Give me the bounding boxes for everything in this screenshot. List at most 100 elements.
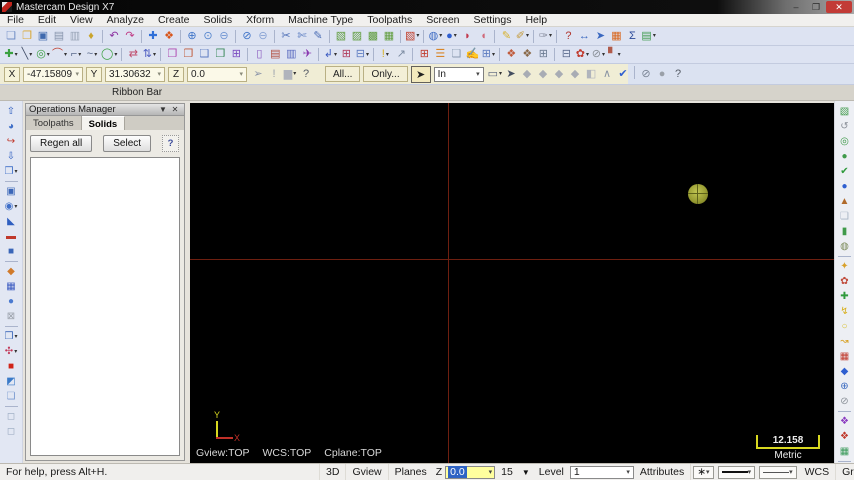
grid-active-button[interactable]: ⊞ bbox=[416, 47, 432, 63]
dropdown-caret-icon[interactable]: ▾ bbox=[416, 33, 419, 39]
gem-blue-button[interactable]: ◆ bbox=[836, 364, 854, 379]
point-style-select[interactable]: ∗ ▾ bbox=[693, 465, 714, 479]
undo-operation-button[interactable]: ↲ ▾ bbox=[322, 47, 338, 63]
xform-rotate-button[interactable]: ⇅ ▾ bbox=[141, 47, 157, 63]
gview-front-button[interactable]: ▨ bbox=[349, 28, 365, 44]
dropdown-caret-icon[interactable]: ▾ bbox=[153, 52, 156, 58]
dropdown-caret-icon[interactable]: ▾ bbox=[47, 52, 50, 58]
x-coord-caret-icon[interactable]: ▾ bbox=[75, 70, 79, 78]
cone-view-button[interactable]: ▲ bbox=[836, 194, 854, 209]
z-coord-caret-icon[interactable]: ▾ bbox=[239, 70, 243, 78]
solids-thicken-button[interactable]: ■ bbox=[2, 244, 20, 259]
x-coord-label[interactable]: X bbox=[4, 66, 20, 82]
z-coord-input[interactable]: 0.0 ▾ bbox=[187, 66, 247, 82]
config-box-button[interactable]: ▆ ▾ bbox=[282, 66, 298, 82]
levels-merge-button[interactable]: ▥ bbox=[283, 47, 299, 63]
dropdown-caret-icon[interactable]: ▾ bbox=[78, 52, 81, 58]
brush-red-button[interactable]: ✿ bbox=[836, 274, 854, 289]
statusbar-level-select[interactable]: 1 ▾ bbox=[569, 465, 634, 479]
menu-solids[interactable]: Solids bbox=[196, 14, 239, 26]
xform-translate-button[interactable]: ❐ bbox=[164, 47, 180, 63]
material-off-button[interactable]: ◖ bbox=[475, 28, 491, 44]
statusbar-level-caret-icon[interactable]: ▾ bbox=[626, 468, 630, 476]
gview-globe-button[interactable]: ▧ bbox=[836, 104, 854, 119]
menu-xform[interactable]: Xform bbox=[239, 14, 281, 26]
dropdown-caret-icon[interactable]: ▾ bbox=[14, 349, 17, 355]
sphere-blue-button[interactable]: ● bbox=[836, 179, 854, 194]
swatch-red-button[interactable]: ❖ bbox=[836, 429, 854, 444]
multi-view-button[interactable]: ☰ bbox=[432, 47, 448, 63]
sphere-green-button[interactable]: ● bbox=[836, 149, 854, 164]
dropdown-caret-icon[interactable]: ▾ bbox=[14, 204, 17, 210]
dropdown-caret-icon[interactable]: ▾ bbox=[366, 52, 369, 58]
menu-view[interactable]: View bbox=[63, 14, 100, 26]
analyze-area-button[interactable]: ▦ bbox=[608, 28, 624, 44]
dropdown-caret-icon[interactable]: ▾ bbox=[526, 33, 529, 39]
xform-scale-button[interactable]: ⊞ bbox=[228, 47, 244, 63]
view-grid-button[interactable]: ⊞ bbox=[338, 47, 354, 63]
panel-close-icon[interactable]: ✕ bbox=[169, 105, 181, 114]
statusbar-z-caret-icon[interactable]: ▾ bbox=[489, 468, 493, 476]
solids-extrude-button[interactable]: ⇧ bbox=[2, 104, 20, 119]
dropdown-caret-icon[interactable]: ▾ bbox=[499, 71, 502, 77]
solids-loft-button[interactable]: ⇩ bbox=[2, 149, 20, 164]
solids-sweep-button[interactable]: ↪ bbox=[2, 134, 20, 149]
material-on-button[interactable]: ◗ bbox=[459, 28, 475, 44]
menu-settings[interactable]: Settings bbox=[467, 14, 519, 26]
zoom-target-button[interactable]: ⊙ bbox=[200, 28, 216, 44]
solids-chamfer-button[interactable]: ◣ bbox=[2, 214, 20, 229]
statusbar-attributes-button[interactable]: Attributes bbox=[634, 464, 692, 480]
autocursor-button[interactable]: ➢ bbox=[250, 66, 266, 82]
selection-mode-select[interactable]: In ▾ bbox=[433, 66, 484, 82]
shading-shaded-button[interactable]: ● ▾ bbox=[443, 28, 459, 44]
calculator-button[interactable]: ⊞ ▾ bbox=[480, 47, 496, 63]
statusbar-z-label[interactable]: Z bbox=[433, 464, 445, 480]
new-window-button[interactable]: ❏ bbox=[448, 47, 464, 63]
zoom-in-button[interactable]: ⊖ bbox=[216, 28, 232, 44]
lightning-tool-button[interactable]: ↯ bbox=[836, 304, 854, 319]
dropdown-caret-icon[interactable]: ▾ bbox=[549, 33, 552, 39]
statusbar-gview-button[interactable]: Gview bbox=[346, 464, 389, 480]
general-selection-cursor-icon[interactable]: ➤ bbox=[410, 65, 431, 83]
close-button[interactable]: ✕ bbox=[826, 1, 852, 13]
clear-colors-button[interactable]: ✐ ▾ bbox=[514, 28, 530, 44]
solids-primitives-button[interactable]: ❒ ▾ bbox=[2, 164, 20, 179]
select-poly-3-button[interactable]: ◆ bbox=[551, 66, 567, 82]
gview-isometric-button[interactable]: ▦ bbox=[381, 28, 397, 44]
tab-toolpaths[interactable]: Toolpaths bbox=[26, 116, 82, 130]
fast-point-button[interactable]: ! bbox=[266, 66, 282, 82]
dropdown-caret-icon[interactable]: ▾ bbox=[439, 33, 442, 39]
operations-list[interactable] bbox=[30, 157, 180, 456]
dropdown-caret-icon[interactable]: ▾ bbox=[618, 52, 621, 58]
y-coord-label[interactable]: Y bbox=[86, 66, 102, 82]
globe-grid-button[interactable]: ⊕ bbox=[836, 379, 854, 394]
gview-right-button[interactable]: ▩ bbox=[365, 28, 381, 44]
unzoom-previous-button[interactable]: ⊖ bbox=[255, 28, 271, 44]
panel-collapse-icon[interactable]: ▼ bbox=[157, 105, 169, 114]
tab-solids[interactable]: Solids bbox=[81, 116, 126, 130]
menu-help[interactable]: Help bbox=[518, 14, 554, 26]
y-coord-caret-icon[interactable]: ▾ bbox=[157, 70, 161, 78]
dropdown-caret-icon[interactable]: ▾ bbox=[15, 52, 18, 58]
attributes-pen-button[interactable]: ✑ ▾ bbox=[537, 28, 553, 44]
minimize-button[interactable]: – bbox=[786, 1, 806, 13]
menu-edit[interactable]: Edit bbox=[31, 14, 63, 26]
select-window-button[interactable]: ▭ ▾ bbox=[487, 66, 503, 82]
dynamic-gnomon-button[interactable]: ✚ bbox=[145, 28, 161, 44]
select-invalidate-button[interactable]: ⊘ bbox=[638, 66, 654, 82]
analyze-dynamic-button[interactable]: ➤ bbox=[592, 28, 608, 44]
select-poly-1-button[interactable]: ◆ bbox=[519, 66, 535, 82]
shading-wireframe-button[interactable]: ◍ ▾ bbox=[427, 28, 443, 44]
undelete-button[interactable]: ✎ bbox=[310, 28, 326, 44]
select-all-button[interactable]: All... bbox=[325, 66, 361, 82]
gview-top-button[interactable]: ▧ bbox=[333, 28, 349, 44]
dropdown-caret-icon[interactable]: ▾ bbox=[64, 52, 67, 58]
view-solid-2-button[interactable]: ◻ bbox=[2, 424, 20, 439]
check-view-button[interactable]: ✔ bbox=[836, 164, 854, 179]
disable-group-button[interactable]: ⊘ ▾ bbox=[590, 47, 606, 63]
redo-button[interactable]: ↷ bbox=[122, 28, 138, 44]
delete-group-button[interactable]: ✿ ▾ bbox=[574, 47, 590, 63]
curve-tool-button[interactable]: ↝ bbox=[836, 334, 854, 349]
levels-move-button[interactable]: ▯ bbox=[251, 47, 267, 63]
rotate-view-button[interactable]: ↺ bbox=[836, 119, 854, 134]
